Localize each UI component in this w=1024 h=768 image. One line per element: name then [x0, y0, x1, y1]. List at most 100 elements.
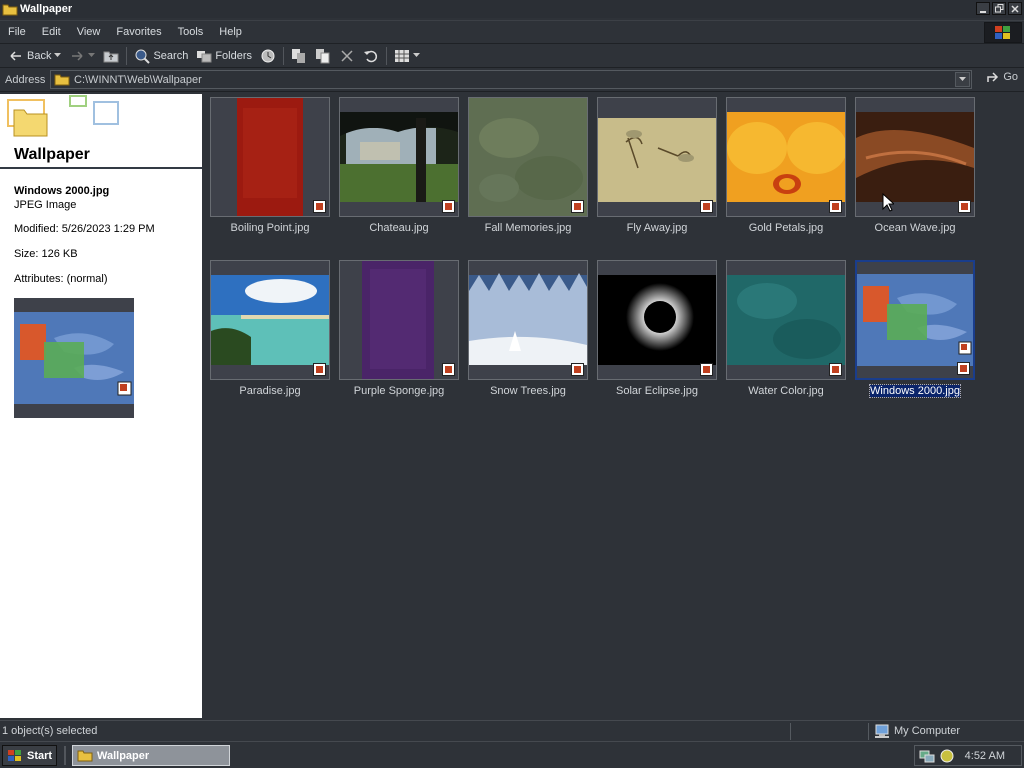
file-name: Purple Sponge.jpg [353, 385, 445, 397]
file-item[interactable]: Solar Eclipse.jpg [597, 260, 717, 402]
image-file-icon [571, 363, 584, 376]
file-thumbnail[interactable] [726, 260, 846, 380]
toolbar-separator [283, 46, 285, 65]
system-tray: 4:52 AM [914, 745, 1022, 766]
address-dropdown-button[interactable] [955, 72, 970, 87]
back-label: Back [27, 49, 52, 62]
file-thumbnail[interactable] [468, 260, 588, 380]
chevron-down-icon[interactable] [54, 53, 62, 58]
history-button[interactable] [256, 45, 280, 67]
file-thumbnail[interactable] [210, 97, 330, 217]
file-item[interactable]: Gold Petals.jpg [726, 97, 846, 239]
search-button[interactable]: Search [130, 45, 192, 67]
file-item[interactable]: Paradise.jpg [210, 260, 330, 402]
restore-button[interactable] [992, 2, 1006, 15]
folder-title: Wallpaper [14, 146, 90, 163]
forward-button[interactable] [65, 45, 99, 67]
selected-file-preview [14, 298, 134, 418]
volume-icon[interactable] [939, 749, 955, 763]
menu-file[interactable]: File [0, 26, 34, 38]
copy-to-icon [316, 48, 330, 63]
up-folder-icon [103, 51, 119, 62]
menu-favorites[interactable]: Favorites [108, 26, 169, 38]
file-item[interactable]: Boiling Point.jpg [210, 97, 330, 239]
address-input[interactable]: C:\WINNT\Web\Wallpaper [50, 70, 972, 89]
file-thumbnail[interactable] [855, 97, 975, 217]
up-folder-button[interactable] [99, 45, 123, 67]
file-item[interactable]: Chateau.jpg [339, 97, 459, 239]
menu-help[interactable]: Help [211, 26, 250, 38]
sunset-clouds-thumbnail [856, 112, 974, 202]
file-name: Paradise.jpg [239, 385, 301, 397]
undo-icon [364, 50, 378, 62]
file-item[interactable]: Ocean Wave.jpg [855, 97, 975, 239]
file-thumbnail[interactable] [339, 260, 459, 380]
move-to-icon [292, 48, 306, 63]
file-name: Fly Away.jpg [626, 222, 688, 234]
green-leaves-thumbnail [469, 98, 587, 216]
image-file-icon [442, 363, 455, 376]
search-label: Search [153, 49, 189, 62]
file-thumbnail[interactable] [597, 260, 717, 380]
file-item[interactable]: Water Color.jpg [726, 260, 846, 402]
close-button[interactable] [1008, 2, 1022, 15]
delete-button[interactable] [335, 45, 359, 67]
chevron-down-icon [88, 53, 96, 57]
copy-to-button[interactable] [311, 45, 335, 67]
restore-icon [994, 4, 1003, 13]
file-thumbnail[interactable] [855, 260, 975, 380]
file-thumbnail[interactable] [210, 260, 330, 380]
zone-label: My Computer [894, 725, 961, 737]
file-item[interactable]: Fall Memories.jpg [468, 97, 588, 239]
folders-icon [197, 50, 212, 62]
menu-view[interactable]: View [69, 26, 109, 38]
image-file-icon [829, 363, 842, 376]
file-item[interactable]: Purple Sponge.jpg [339, 260, 459, 402]
menu-edit[interactable]: Edit [34, 26, 69, 38]
minimize-button[interactable] [976, 2, 990, 15]
dragonflies-thumbnail [598, 118, 716, 202]
address-path: C:\WINNT\Web\Wallpaper [74, 73, 202, 86]
selected-file-type: JPEG Image [14, 199, 77, 211]
image-file-icon [700, 363, 713, 376]
start-button[interactable]: Start [2, 745, 57, 766]
file-item[interactable]: Snow Trees.jpg [468, 260, 588, 402]
views-button[interactable] [390, 45, 424, 67]
selected-file-name: Windows 2000.jpg [14, 185, 110, 197]
file-name: Windows 2000.jpg [869, 384, 961, 398]
minimize-icon [980, 10, 986, 13]
file-name: Solar Eclipse.jpg [616, 385, 698, 397]
back-button[interactable]: Back [4, 45, 65, 67]
folder-info-pane: Wallpaper Windows 2000.jpg JPEG Image Mo… [0, 94, 202, 718]
taskbar-button-wallpaper[interactable]: Wallpaper [72, 745, 230, 766]
file-thumbnail[interactable] [339, 97, 459, 217]
views-icon [395, 49, 410, 62]
address-label: Address [5, 73, 46, 86]
file-item[interactable]: Fly Away.jpg [597, 97, 717, 239]
image-file-icon [313, 363, 326, 376]
image-file-icon [958, 200, 971, 213]
file-thumbnail[interactable] [468, 97, 588, 217]
go-button[interactable]: Go [986, 71, 1018, 83]
menu-tools[interactable]: Tools [170, 26, 212, 38]
undo-button[interactable] [359, 45, 383, 67]
network-icon[interactable] [919, 749, 935, 763]
windows-2000-thumbnail [14, 298, 134, 418]
file-item-selected[interactable]: Windows 2000.jpg [855, 260, 975, 402]
status-divider [790, 723, 791, 740]
file-name: Gold Petals.jpg [748, 222, 824, 234]
folders-button[interactable]: Folders [192, 45, 256, 67]
move-to-button[interactable] [287, 45, 311, 67]
file-thumbnail[interactable] [726, 97, 846, 217]
chateau-photo-thumbnail [340, 112, 458, 202]
status-divider [868, 723, 869, 740]
folder-banner-icon [7, 95, 119, 137]
selected-file-modified: Modified: 5/26/2023 1:29 PM [14, 223, 155, 235]
file-thumbnail[interactable] [597, 97, 717, 217]
windows-logo-icon [984, 22, 1022, 43]
forward-arrow-icon [72, 50, 83, 61]
windows-2000-thumbnail [857, 274, 973, 366]
my-computer-icon [875, 724, 889, 738]
address-bar: Address C:\WINNT\Web\Wallpaper Go [0, 68, 1024, 92]
taskbar-separator [64, 746, 66, 765]
